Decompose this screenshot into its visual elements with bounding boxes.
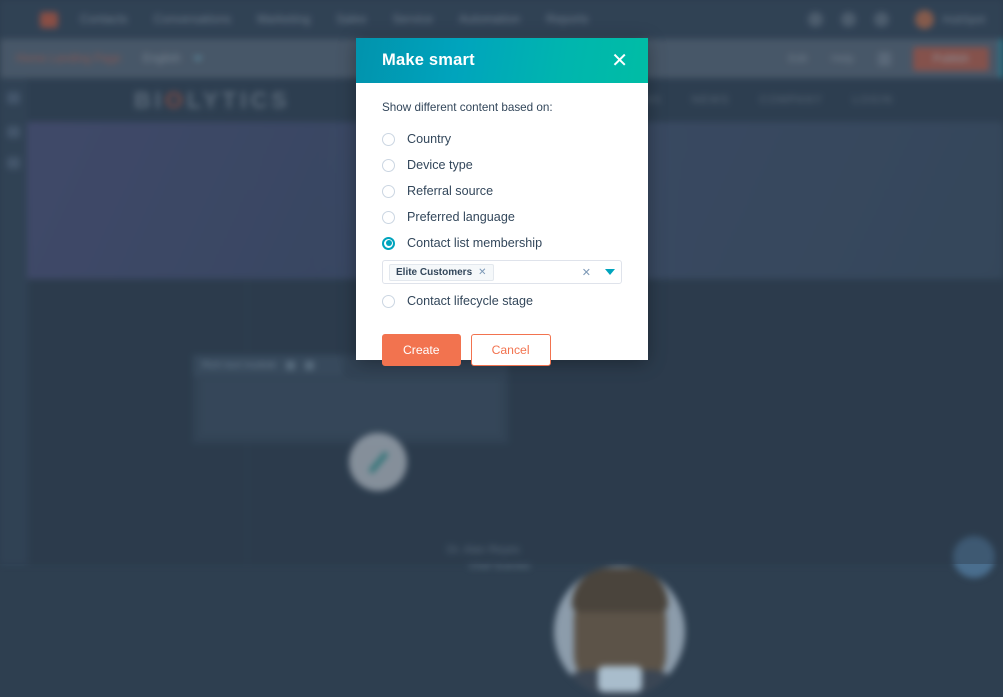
team-member-portrait: [554, 566, 685, 697]
radio-label-device-type: Device type: [407, 158, 473, 172]
radio-option-preferred-language[interactable]: Preferred language: [382, 204, 622, 230]
radio-icon-country[interactable]: [382, 133, 395, 146]
radio-icon-referral-source[interactable]: [382, 185, 395, 198]
make-smart-dialog: Make smart ✕ Show different content base…: [356, 38, 648, 360]
radio-icon-contact-lifecycle-stage[interactable]: [382, 295, 395, 308]
chip-remove-x-icon[interactable]: ✕: [478, 267, 486, 278]
dialog-title: Make smart: [382, 51, 475, 70]
radio-option-contact-lifecycle-stage[interactable]: Contact lifecycle stage: [382, 288, 622, 314]
create-button[interactable]: Create: [382, 334, 461, 366]
radio-label-referral-source: Referral source: [407, 184, 493, 198]
dialog-header: Make smart ✕: [356, 38, 648, 83]
radio-option-device-type[interactable]: Device type: [382, 152, 622, 178]
selected-list-chip-label: Elite Customers: [396, 267, 472, 278]
clear-all-x-icon[interactable]: ✕: [582, 266, 591, 279]
dialog-actions: Create Cancel: [382, 334, 622, 366]
chevron-down-icon[interactable]: [605, 269, 615, 275]
portrait-collar: [598, 666, 642, 692]
close-x-icon[interactable]: ✕: [607, 49, 632, 73]
selected-list-chip[interactable]: Elite Customers ✕: [389, 264, 494, 281]
radio-option-contact-list-membership[interactable]: Contact list membership: [382, 230, 622, 256]
radio-label-contact-list-membership: Contact list membership: [407, 236, 542, 250]
radio-label-contact-lifecycle-stage: Contact lifecycle stage: [407, 294, 533, 308]
radio-icon-device-type[interactable]: [382, 159, 395, 172]
dialog-prompt: Show different content based on:: [382, 101, 622, 114]
contact-list-select[interactable]: Elite Customers ✕ ✕: [382, 260, 622, 284]
radio-icon-preferred-language[interactable]: [382, 211, 395, 224]
radio-icon-contact-list-membership[interactable]: [382, 237, 395, 250]
radio-option-referral-source[interactable]: Referral source: [382, 178, 622, 204]
dialog-body: Show different content based on: Country…: [356, 83, 648, 366]
portrait-hair: [572, 568, 668, 612]
radio-option-country[interactable]: Country: [382, 126, 622, 152]
radio-label-country: Country: [407, 132, 451, 146]
cancel-button[interactable]: Cancel: [471, 334, 551, 366]
radio-label-preferred-language: Preferred language: [407, 210, 515, 224]
